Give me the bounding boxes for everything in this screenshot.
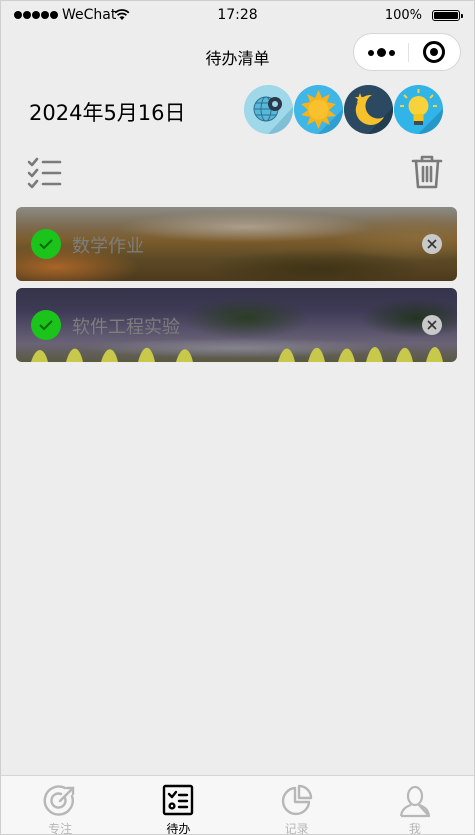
checklist-icon[interactable] (27, 156, 63, 190)
delete-item-icon[interactable] (422, 315, 442, 335)
battery-icon (432, 10, 463, 21)
vineyard-decoration (31, 347, 443, 362)
completed-check-icon[interactable] (31, 229, 61, 259)
weather-icon-row (244, 85, 443, 134)
tab-label: 专注 (48, 822, 73, 835)
current-date: 2024年5月16日 (29, 101, 186, 125)
pie-chart-icon (281, 784, 312, 816)
todo-item[interactable]: 数学作业 (16, 207, 457, 281)
trash-icon[interactable] (411, 154, 443, 190)
globe-gear-icon[interactable] (244, 85, 293, 134)
todo-label: 软件工程实验 (72, 317, 180, 338)
tab-label: 我 (408, 822, 421, 835)
capsule-divider (408, 43, 409, 62)
sun-icon[interactable] (294, 85, 343, 134)
tab-me[interactable]: 我 (356, 776, 474, 835)
app-frame: WeChat 17:28 100% 待办清单 2024年5月16日 数学作业 软… (0, 0, 475, 835)
tab-bar: 专注 待办 记录 我 (1, 775, 474, 835)
completed-check-icon[interactable] (31, 310, 61, 340)
status-bar: WeChat 17:28 100% (1, 1, 474, 31)
user-icon (399, 785, 430, 818)
todo-label: 数学作业 (72, 236, 144, 257)
tab-todo[interactable]: 待办 (119, 776, 237, 835)
todo-item[interactable]: 软件工程实验 (16, 288, 457, 362)
tab-records[interactable]: 记录 (238, 776, 356, 835)
lightbulb-icon[interactable] (394, 85, 443, 134)
tab-label: 待办 (166, 822, 191, 835)
tab-label: 记录 (284, 822, 309, 835)
battery-percent: 100% (384, 8, 422, 23)
todo-list-icon (163, 784, 194, 816)
focus-target-icon (43, 785, 75, 816)
delete-item-icon[interactable] (422, 234, 442, 254)
miniprogram-capsule (353, 33, 461, 71)
more-options-icon[interactable] (368, 48, 395, 57)
moon-night-icon[interactable] (344, 85, 393, 134)
close-miniprogram-icon[interactable] (423, 41, 445, 63)
tab-focus[interactable]: 专注 (1, 776, 119, 835)
